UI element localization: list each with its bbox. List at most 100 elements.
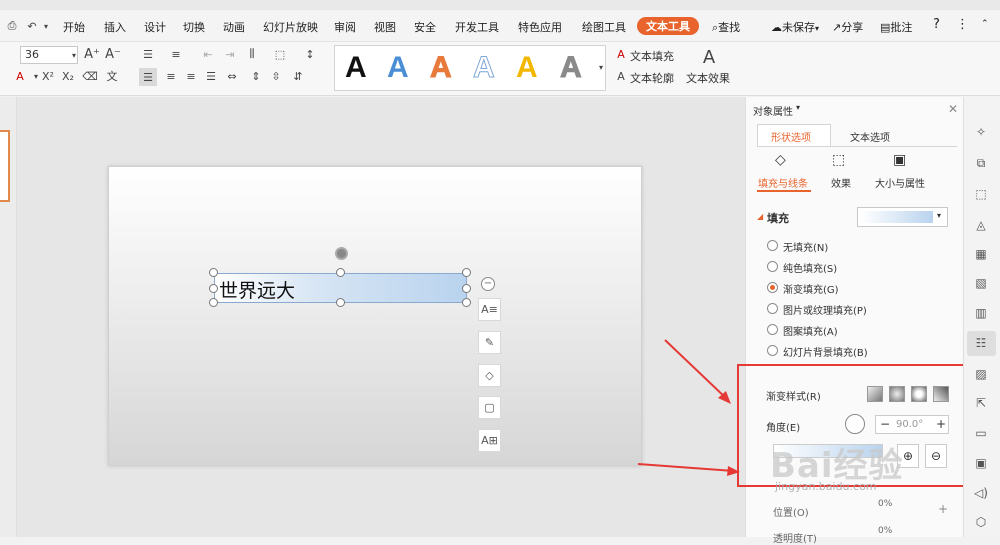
help-button[interactable]: ? (933, 17, 940, 32)
menu-slideshow[interactable]: 幻灯片放映 (263, 19, 318, 35)
gallery-scroll-icon[interactable]: ▾ (593, 60, 609, 74)
archive-icon[interactable]: ▭ (973, 425, 989, 441)
collapse-toolbar-icon[interactable]: − (481, 277, 495, 291)
copy-format-icon[interactable]: ⧉ (973, 155, 989, 171)
audio-icon[interactable]: ◁) (973, 485, 989, 501)
text-style-4[interactable]: A (473, 51, 496, 85)
radio-slide-bg-fill[interactable] (767, 345, 778, 356)
shapes-icon[interactable]: ⬚ (973, 186, 989, 202)
text-effect-button[interactable]: 文本效果 (686, 70, 730, 86)
section-collapse-icon[interactable]: ◢ (757, 212, 763, 221)
line-spacing-icon[interactable]: ↕ (302, 47, 318, 61)
resize-handle-br[interactable] (462, 298, 471, 307)
numbered-list-icon[interactable]: ≡ (168, 47, 184, 61)
text-style-quick-icon[interactable]: A≡ (478, 298, 501, 321)
menu-text-tools[interactable]: 文本工具 (637, 17, 699, 35)
fill-color-picker[interactable]: ▾ (857, 207, 948, 227)
text-direction-icon[interactable]: ⬚ (272, 47, 288, 61)
position-value[interactable]: 0% (878, 499, 892, 509)
subtab-effects[interactable]: 效果 (831, 175, 851, 190)
menu-home[interactable]: 开始 (63, 19, 85, 35)
pin-icon[interactable]: ✧ (973, 124, 989, 140)
print-preview-icon[interactable]: ⎙ (4, 19, 20, 33)
resize-handle-b[interactable] (336, 298, 345, 307)
subtab-fill-line[interactable]: 填充与线条 (758, 175, 808, 190)
collapse-ribbon-icon[interactable]: ⌃ (981, 19, 989, 29)
text-style-3[interactable]: A (430, 51, 453, 85)
menu-developer[interactable]: 开发工具 (455, 19, 499, 35)
tab-text-options[interactable]: 文本选项 (850, 129, 890, 144)
share-button[interactable]: ↗分享 (832, 19, 863, 35)
image-icon[interactable]: ▣ (973, 455, 989, 471)
resize-handle-tr[interactable] (462, 268, 471, 277)
position-increment-icon[interactable]: + (938, 502, 948, 516)
menu-transition[interactable]: 切换 (183, 19, 205, 35)
align-right-icon[interactable]: ≡ (183, 69, 199, 83)
text-style-1[interactable]: A (345, 51, 367, 85)
radio-picture-fill[interactable] (767, 303, 778, 314)
subtab-size-properties[interactable]: 大小与属性 (875, 175, 925, 190)
rotate-handle[interactable] (335, 247, 348, 260)
justify-icon[interactable]: ☰ (203, 69, 219, 83)
resize-handle-tl[interactable] (209, 268, 218, 277)
security-icon[interactable]: ⬡ (973, 514, 989, 530)
radio-gradient-fill[interactable] (767, 282, 778, 293)
resize-handle-l[interactable] (209, 284, 218, 293)
radio-solid-fill[interactable] (767, 261, 778, 272)
slide-canvas[interactable] (108, 166, 642, 466)
clear-format-icon[interactable]: ⌫ (82, 69, 98, 83)
textbox-text[interactable]: 世界远大 (219, 276, 295, 303)
font-size-dropdown-icon[interactable]: ▾ (66, 48, 82, 62)
picture-icon[interactable]: ▧ (973, 275, 989, 291)
outline-icon[interactable]: ▢ (478, 396, 501, 419)
menu-animation[interactable]: 动画 (223, 19, 245, 35)
fill-bucket-icon[interactable]: ◇ (478, 364, 501, 387)
resize-handle-t[interactable] (336, 268, 345, 277)
shape-style-brush-icon[interactable]: ✎ (478, 331, 501, 354)
undo-dropdown-icon[interactable]: ▾ (38, 19, 54, 33)
text-fill-icon[interactable]: A (613, 47, 629, 61)
slide-thumbnail[interactable] (0, 130, 10, 202)
menu-design[interactable]: 设计 (144, 19, 166, 35)
table-icon[interactable]: ▦ (973, 246, 989, 262)
text-effect-icon[interactable]: A (700, 47, 718, 68)
align-center-icon[interactable]: ≡ (163, 69, 179, 83)
superscript-icon[interactable]: X² (40, 69, 56, 83)
text-fill-button[interactable]: 文本填充 (630, 48, 674, 64)
font-color-icon[interactable]: A (12, 69, 28, 83)
bullet-list-icon[interactable]: ☰ (140, 47, 156, 61)
menu-insert[interactable]: 插入 (104, 19, 126, 35)
fill-line-icon[interactable]: ◇ (775, 152, 786, 168)
decrease-indent-icon[interactable]: ⇤ (200, 47, 216, 61)
effects-icon[interactable]: ⬚ (832, 152, 845, 168)
resize-handle-r[interactable] (462, 284, 471, 293)
text-wrap-icon[interactable]: A⊞ (478, 429, 501, 452)
align-left-icon[interactable]: ☰ (139, 68, 157, 86)
text-outline-icon[interactable]: A (613, 69, 629, 83)
export-icon[interactable]: ⇱ (973, 395, 989, 411)
close-panel-icon[interactable]: ✕ (948, 102, 958, 116)
text-outline-button[interactable]: 文本轮廓 (630, 70, 674, 86)
text-style-2[interactable]: A (387, 51, 409, 85)
increase-font-icon[interactable]: A⁺ (84, 47, 100, 62)
radio-no-fill[interactable] (767, 240, 778, 251)
properties-sliders-icon[interactable]: ☷ (973, 335, 989, 351)
radio-pattern-fill[interactable] (767, 324, 778, 335)
size-properties-icon[interactable]: ▣ (893, 152, 906, 168)
line-spacing-options-icon[interactable]: ⇳ (268, 69, 284, 83)
menu-features[interactable]: 特色应用 (518, 19, 562, 35)
layers-icon[interactable]: ◬ (973, 217, 989, 233)
menu-review[interactable]: 审阅 (334, 19, 356, 35)
phonetic-icon[interactable]: 文 (104, 69, 120, 83)
text-style-6[interactable]: A (560, 51, 583, 85)
increase-indent-icon[interactable]: ⇥ (222, 47, 238, 61)
transparency-value[interactable]: 0% (878, 526, 892, 536)
decrease-font-icon[interactable]: A⁻ (105, 47, 121, 62)
search-button[interactable]: ⌕查找 (712, 19, 740, 35)
background-icon[interactable]: ▨ (973, 366, 989, 382)
paragraph-options-icon[interactable]: ⇵ (290, 69, 306, 83)
paragraph-spacing-icon[interactable]: ⇕ (248, 69, 264, 83)
more-options-button[interactable]: ⋮ (956, 17, 969, 32)
text-style-gallery[interactable]: A A A A A A ▾ (334, 45, 606, 91)
chart-icon[interactable]: ▥ (973, 305, 989, 321)
